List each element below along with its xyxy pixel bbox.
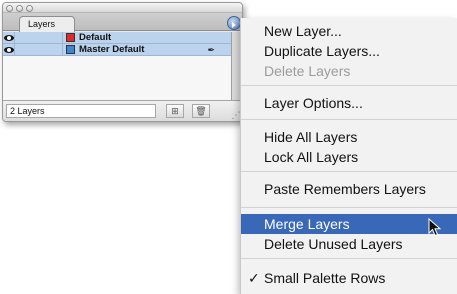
- menu-item-layer-options[interactable]: Layer Options...: [241, 93, 457, 113]
- palette-menu-icon[interactable]: [227, 16, 241, 30]
- palette-statusbar: 2 Layers ⊞ 🗑 ⋰: [3, 100, 242, 121]
- eye-icon: [3, 34, 14, 41]
- screenshot: Layers Default Master Default ✒ 2 Layers…: [0, 0, 457, 294]
- layer-list: Default Master Default ✒: [3, 31, 232, 101]
- layer-count: 2 Layers: [6, 104, 156, 118]
- minimize-window-button[interactable]: [16, 5, 23, 12]
- pen-icon: ✒: [207, 45, 215, 55]
- palette-tab-strip: Layers: [3, 13, 242, 32]
- menu-separator: [241, 119, 457, 120]
- layer-color-swatch: [66, 45, 75, 54]
- visibility-toggle[interactable]: [3, 31, 15, 44]
- menu-separator: [241, 85, 457, 86]
- menu-item-small-palette-rows[interactable]: ✓ Small Palette Rows: [241, 268, 457, 288]
- layer-color-swatch: [66, 33, 75, 42]
- zoom-window-button[interactable]: [26, 5, 33, 12]
- new-layer-button[interactable]: ⊞: [166, 104, 184, 118]
- layer-name: Default: [79, 31, 112, 43]
- lock-toggle[interactable]: [15, 43, 63, 56]
- new-layer-icon: ⊞: [171, 106, 179, 116]
- menu-item-new-layer[interactable]: New Layer...: [241, 21, 457, 41]
- lock-toggle[interactable]: [15, 31, 63, 44]
- menu-separator: [241, 258, 457, 259]
- eye-icon: [3, 46, 14, 53]
- menu-item-label: Small Palette Rows: [264, 270, 386, 286]
- menu-item-delete-layers[interactable]: Delete Layers: [241, 61, 457, 81]
- close-window-button[interactable]: [6, 5, 13, 12]
- layer-row[interactable]: Default: [3, 31, 231, 44]
- trash-icon: 🗑: [195, 106, 207, 116]
- delete-layer-button[interactable]: 🗑: [192, 104, 210, 118]
- menu-separator: [241, 171, 457, 172]
- mouse-pointer-icon: [428, 218, 442, 237]
- menu-item-paste-remembers-layers[interactable]: Paste Remembers Layers: [241, 179, 457, 199]
- menu-separator: [241, 207, 457, 208]
- checkmark-icon: ✓: [248, 270, 260, 286]
- menu-item-delete-unused-layers[interactable]: Delete Unused Layers: [241, 234, 457, 254]
- menu-item-lock-all-layers[interactable]: Lock All Layers: [241, 147, 457, 167]
- layer-name: Master Default: [79, 43, 145, 55]
- menu-item-duplicate-layers[interactable]: Duplicate Layers...: [241, 41, 457, 61]
- menu-item-hide-all-layers[interactable]: Hide All Layers: [241, 127, 457, 147]
- layer-row[interactable]: Master Default ✒: [3, 43, 231, 56]
- visibility-toggle[interactable]: [3, 43, 15, 56]
- palette-titlebar[interactable]: [3, 3, 242, 13]
- layers-palette: Layers Default Master Default ✒ 2 Layers…: [2, 2, 243, 122]
- tab-layers[interactable]: Layers: [19, 16, 75, 32]
- layers-palette-menu: New Layer... Duplicate Layers... Delete …: [240, 18, 457, 294]
- menu-item-merge-layers[interactable]: Merge Layers: [241, 214, 457, 234]
